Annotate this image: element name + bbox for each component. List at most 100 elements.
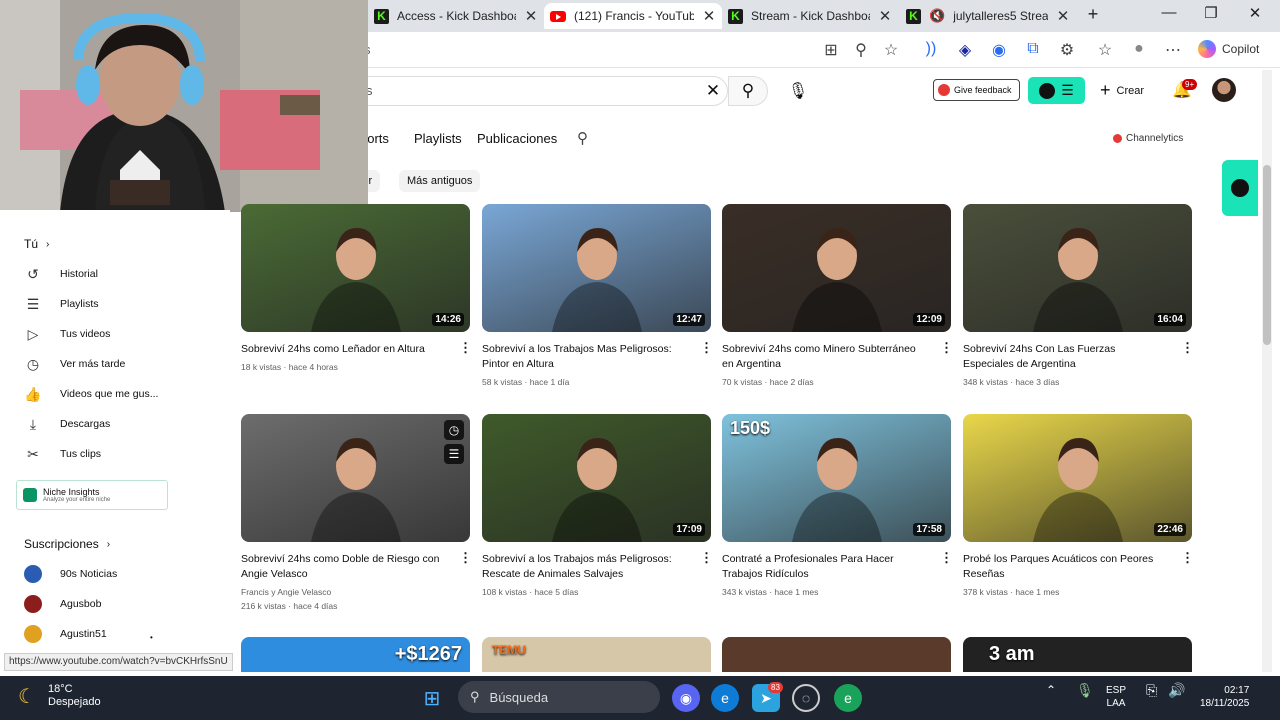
- tab-youtube[interactable]: (121) Francis - YouTube ✕: [544, 3, 722, 29]
- video-card[interactable]: 22:46 Probé los Parques Acuáticos con Peo…: [963, 414, 1194, 597]
- zoom-icon[interactable]: ⚲: [850, 40, 872, 60]
- profile-icon[interactable]: ●: [1128, 40, 1150, 58]
- tab-playlists[interactable]: Playlists: [414, 131, 462, 146]
- voice-search-icon[interactable]: 🎙: [783, 76, 813, 106]
- close-tab-icon[interactable]: ✕: [524, 7, 538, 25]
- copilot-button[interactable]: Copilot: [1198, 40, 1259, 58]
- video-card[interactable]: 17:09 Sobreviví a los Trabajos más Peligr…: [482, 414, 713, 597]
- video-title[interactable]: Sobreviví 24hs como Minero Subterráneo e…: [722, 342, 927, 372]
- subscription-item[interactable]: Agustin51: [24, 624, 107, 644]
- video-card[interactable]: ◷ ☰ Sobreviví 24hs como Doble de Riesgo co…: [241, 414, 472, 611]
- video-title[interactable]: Probé los Parques Acuáticos con Peores R…: [963, 552, 1168, 582]
- tab-kick-access[interactable]: K Access - Kick Dashboard ✕: [368, 3, 544, 29]
- video-card[interactable]: 16:04 Sobreviví 24hs Con Las Fuerzas Espe…: [963, 204, 1194, 387]
- collections-icon[interactable]: ☆: [1094, 40, 1116, 60]
- more-actions-icon[interactable]: ⋮: [700, 341, 713, 354]
- sidebar-item-tus-clips[interactable]: ✂ Tus clips: [24, 444, 101, 464]
- weather-widget[interactable]: 18°C Despejado: [48, 683, 101, 709]
- extension-button[interactable]: ☰: [1028, 77, 1085, 104]
- more-actions-icon[interactable]: ⋮: [459, 551, 472, 564]
- volume-icon[interactable]: 🔊: [1168, 683, 1185, 697]
- screenshot-icon[interactable]: ⧉: [1022, 40, 1044, 58]
- watch-later-icon[interactable]: ◷: [444, 420, 464, 440]
- video-title[interactable]: Sobreviví 24hs Con Las Fuerzas Especiale…: [963, 342, 1168, 372]
- video-title[interactable]: Sobreviví 24hs como Doble de Riesgo con …: [241, 552, 446, 582]
- clear-search-icon[interactable]: ✕: [693, 76, 733, 106]
- new-tab-button[interactable]: +: [1078, 4, 1108, 25]
- search-button[interactable]: ⚲: [728, 76, 768, 106]
- video-thumbnail[interactable]: 150$ 17:58: [722, 414, 951, 542]
- close-tab-icon[interactable]: ✕: [878, 7, 892, 25]
- minimize-icon[interactable]: —: [1154, 4, 1184, 21]
- more-actions-icon[interactable]: ⋮: [700, 551, 713, 564]
- video-thumbnail[interactable]: 16:04: [963, 204, 1192, 332]
- close-tab-icon[interactable]: ✕: [1056, 7, 1070, 25]
- create-button[interactable]: + Crear: [1100, 80, 1144, 101]
- clock[interactable]: 02:17 18/11/2025: [1200, 684, 1249, 710]
- video-thumbnail[interactable]: 12:09: [722, 204, 951, 332]
- microphone-icon[interactable]: 🎙: [1076, 683, 1094, 697]
- video-title[interactable]: Sobreviví a los Trabajos Mas Peligrosos:…: [482, 342, 687, 372]
- network-icon[interactable]: ⎘: [1146, 683, 1157, 697]
- video-title[interactable]: Sobreviví 24hs como Leñador en Altura: [241, 342, 446, 357]
- sidebar-you-header[interactable]: Tú ›: [24, 237, 49, 251]
- apps-icon[interactable]: ⊞: [820, 40, 842, 60]
- sidebar-item-ver-m-s-tarde[interactable]: ◷ Ver más tarde: [24, 354, 125, 374]
- address-bar[interactable]: s: [360, 37, 810, 63]
- video-thumbnail[interactable]: 22:46: [963, 414, 1192, 542]
- video-title[interactable]: Sobreviví a los Trabajos más Peligrosos:…: [482, 552, 687, 582]
- more-menu-icon[interactable]: ⋯: [1162, 40, 1184, 60]
- channelytics-button[interactable]: Channelytics: [1113, 133, 1183, 144]
- video-thumbnail[interactable]: 3 am: [963, 637, 1192, 672]
- video-card[interactable]: 14:26 Sobreviví 24hs como Leñador en Altu…: [241, 204, 472, 372]
- read-aloud-icon[interactable]: )): [920, 40, 942, 58]
- maximize-icon[interactable]: ❐: [1196, 4, 1226, 22]
- edge-icon[interactable]: e: [711, 684, 739, 712]
- close-window-icon[interactable]: ✕: [1240, 4, 1270, 22]
- sidebar-item-videos-que-me-gus-[interactable]: 👍 Videos que me gus...: [24, 384, 158, 404]
- extension-icon[interactable]: ◈: [954, 40, 976, 60]
- chip-oldest[interactable]: Más antiguos: [399, 170, 481, 192]
- more-actions-icon[interactable]: ⋮: [940, 341, 953, 354]
- sidebar-item-playlists[interactable]: ☰ Playlists: [24, 294, 99, 314]
- sidebar-item-tus-videos[interactable]: ▷ Tus videos: [24, 324, 111, 344]
- tab-publicaciones[interactable]: Publicaciones: [477, 131, 557, 146]
- scrollbar-thumb[interactable]: [1263, 165, 1271, 345]
- add-to-queue-icon[interactable]: ☰: [444, 444, 464, 464]
- video-thumbnail[interactable]: +$1267: [241, 637, 470, 672]
- tray-chevron-icon[interactable]: ⌃: [1046, 684, 1056, 697]
- more-actions-icon[interactable]: ⋮: [1181, 341, 1194, 354]
- channelytics-side-button[interactable]: [1222, 160, 1258, 216]
- video-thumbnail[interactable]: ◷ ☰: [241, 414, 470, 542]
- more-actions-icon[interactable]: ⋮: [459, 341, 472, 354]
- sidebar-subscriptions-header[interactable]: Suscripciones ›: [24, 537, 110, 551]
- edge-profile-icon[interactable]: e: [834, 684, 862, 712]
- tab-kick-stream[interactable]: K Stream - Kick Dashboard ✕: [722, 3, 898, 29]
- video-thumbnail[interactable]: TEMU: [482, 637, 711, 672]
- video-card[interactable]: 150$ 17:58 Contraté a Profesionales Para H…: [722, 414, 953, 597]
- subscription-item[interactable]: Agusbob: [24, 594, 101, 614]
- video-card[interactable]: 12:47 Sobreviví a los Trabajos Mas Peligr…: [482, 204, 713, 387]
- video-card[interactable]: 12:09 Sobreviví 24hs como Minero Subterrá…: [722, 204, 953, 387]
- subscription-item[interactable]: 90s Noticias: [24, 564, 117, 584]
- close-tab-icon[interactable]: ✕: [702, 7, 716, 25]
- favorite-star-icon[interactable]: ☆: [880, 40, 902, 60]
- niche-insights-widget[interactable]: Niche Insights Analyze your entire niche: [16, 480, 168, 510]
- extension-icon[interactable]: ◉: [988, 40, 1010, 60]
- language-indicator[interactable]: ESP LAA: [1106, 684, 1126, 710]
- scrollbar[interactable]: [1262, 70, 1272, 672]
- obs-icon[interactable]: ◌: [792, 684, 820, 712]
- video-thumbnail[interactable]: 17:09: [482, 414, 711, 542]
- channel-search-icon[interactable]: ⚲: [577, 129, 588, 147]
- taskbar-search[interactable]: ⚲ Búsqueda: [458, 681, 660, 713]
- video-thumbnail[interactable]: 12:47: [482, 204, 711, 332]
- video-authors[interactable]: Francis y Angie Velasco: [241, 587, 331, 597]
- video-thumbnail[interactable]: [722, 637, 951, 672]
- extensions-icon[interactable]: ⚙: [1056, 40, 1078, 60]
- avatar[interactable]: [1212, 78, 1236, 102]
- sidebar-item-historial[interactable]: ↺ Historial: [24, 264, 98, 284]
- more-actions-icon[interactable]: ⋮: [1181, 551, 1194, 564]
- search-input[interactable]: s: [360, 76, 728, 106]
- tab-julytalleres[interactable]: K 🔇 julytalleres5 Stream ✕: [900, 3, 1076, 29]
- windows-start-icon[interactable]: ⊞: [418, 684, 446, 712]
